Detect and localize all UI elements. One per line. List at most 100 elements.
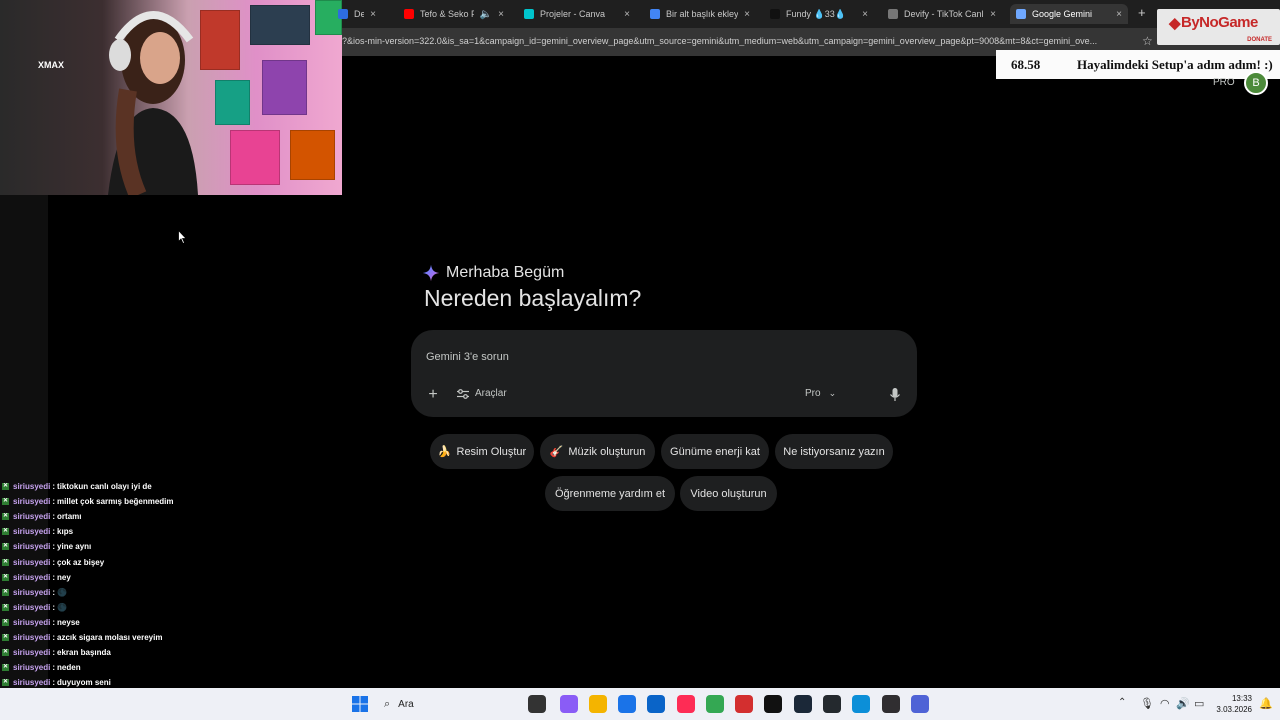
- store-app-icon[interactable]: [618, 695, 636, 713]
- chat-text: ney: [57, 572, 71, 582]
- chip-label: Müzik oluşturun: [568, 445, 646, 458]
- file-explorer-icon[interactable]: [589, 695, 607, 713]
- chat-text: neyse: [57, 617, 80, 627]
- goal-amount: 68.58: [1011, 57, 1041, 72]
- goal-title: Hayalimdeki Setup'a adım adım! :): [1077, 57, 1273, 72]
- suggestion-chip[interactable]: Ne istiyorsanız yazın: [775, 434, 893, 469]
- chevron-down-icon: ⌄: [828, 388, 837, 398]
- tab-title: Tefo & Seko Ft. S: [420, 9, 474, 19]
- windows-start-icon[interactable]: [352, 696, 368, 712]
- mouse-cursor-icon: [178, 230, 187, 244]
- l-app-icon[interactable]: [735, 695, 753, 713]
- tab-close-icon[interactable]: ×: [744, 9, 750, 20]
- chat-separator: :: [52, 648, 56, 658]
- microphone-icon[interactable]: [889, 387, 901, 403]
- suggestion-chip[interactable]: Öğrenmeme yardım et: [545, 476, 675, 511]
- github-app-icon[interactable]: [823, 695, 841, 713]
- prompt-input[interactable]: [426, 347, 886, 367]
- suggestion-chip[interactable]: 🍌 Resim Oluştur: [430, 434, 534, 469]
- avatar[interactable]: B: [1244, 71, 1268, 95]
- outlook-app-icon[interactable]: [647, 695, 665, 713]
- chat-username: siriusyedi: [13, 617, 51, 627]
- edge-app-icon[interactable]: [852, 695, 870, 713]
- tab-title: Detroit: l: [354, 9, 365, 19]
- streamer-figure: [108, 11, 198, 195]
- chat-separator: :: [52, 512, 56, 522]
- chat-message: ✕ siriusyedi: azcık sigara molası vereyim: [2, 630, 302, 645]
- chat-platform-badge-icon: ✕: [2, 528, 9, 536]
- new-tab-button[interactable]: +: [1138, 5, 1146, 20]
- chat-separator: :: [52, 602, 56, 612]
- stream-chat-overlay: ✕ siriusyedi: tiktokun canlı olayı iyi de ✕…: [2, 479, 302, 705]
- browser-tab[interactable]: Google Gemini ×: [1010, 4, 1128, 24]
- steam-app-icon[interactable]: [794, 695, 812, 713]
- tab-favicon-icon: [524, 9, 534, 19]
- chat-platform-badge-icon: ✕: [2, 664, 9, 672]
- bookmark-star-icon[interactable]: ☆: [1142, 34, 1153, 48]
- taskbar-search-placeholder: Ara: [398, 698, 414, 710]
- browser-tab[interactable]: Tefo & Seko Ft. S 🔈 ×: [398, 4, 510, 24]
- clock[interactable]: 13:33 3.03.2026: [1212, 693, 1252, 715]
- chat-platform-badge-icon: ✕: [2, 649, 9, 657]
- tab-title: Fundy 💧33💧: [786, 8, 846, 19]
- volume-icon[interactable]: 🔊: [1176, 697, 1190, 710]
- chat-username: siriusyedi: [13, 527, 51, 537]
- prompt-box[interactable]: + Araçlar Pro ⌄: [411, 330, 917, 417]
- chat-separator: :: [52, 572, 56, 582]
- suggestion-chip[interactable]: Günüme enerji kat: [661, 434, 769, 469]
- tab-close-icon[interactable]: ×: [624, 9, 630, 20]
- add-attachment-button[interactable]: +: [425, 387, 441, 403]
- chat-platform-badge-icon: ✕: [2, 588, 9, 596]
- browser-tab[interactable]: Bir alt başlık ekleyin ×: [644, 4, 756, 24]
- tab-close-icon[interactable]: ×: [1116, 9, 1122, 20]
- chip-emoji-icon: 🎸: [549, 446, 564, 458]
- chat-message: ✕ siriusyedi: millet çok sarmış beğenmedim: [2, 494, 302, 509]
- browser-tab[interactable]: Fundy 💧33💧 ×: [764, 4, 874, 24]
- chat-text: kıps: [57, 527, 74, 537]
- discord-app-icon[interactable]: [911, 695, 929, 713]
- terminal-app-icon[interactable]: [528, 695, 546, 713]
- chat-text: duyuyom seni: [57, 678, 111, 688]
- copilot-app-icon[interactable]: [560, 695, 578, 713]
- chat-separator: :: [52, 497, 56, 507]
- chat-text: tiktokun canlı olayı iyi de: [57, 482, 152, 492]
- tiktok-app-icon[interactable]: [764, 695, 782, 713]
- suggestion-chip[interactable]: 🎸 Müzik oluşturun: [540, 434, 655, 469]
- chat-username: siriusyedi: [13, 482, 51, 492]
- chat-message: ✕ siriusyedi: 🌑: [2, 585, 302, 600]
- chip-emoji-icon: 🍌: [437, 446, 452, 458]
- chat-platform-badge-icon: ✕: [2, 679, 9, 687]
- tools-button[interactable]: Araçlar: [457, 388, 507, 399]
- chat-text: çok az bişey: [57, 557, 105, 567]
- wifi-icon[interactable]: ◠: [1160, 697, 1170, 710]
- tab-close-icon[interactable]: ×: [862, 9, 868, 20]
- chat-platform-badge-icon: ✕: [2, 633, 9, 641]
- tiktok-studio-icon[interactable]: [677, 695, 695, 713]
- taskbar-search[interactable]: ⌕ Ara: [376, 693, 522, 715]
- browser-tab[interactable]: Detroit: l ×: [332, 4, 382, 24]
- microphone-tray-icon[interactable]: 🎙: [1140, 697, 1154, 710]
- tab-close-icon[interactable]: ×: [370, 9, 376, 20]
- notification-bell-icon[interactable]: 🔔: [1259, 697, 1273, 710]
- tray-overflow-chevron-icon[interactable]: ⌃: [1118, 697, 1126, 708]
- obs-app-icon[interactable]: [882, 695, 900, 713]
- tab-close-icon[interactable]: ×: [990, 9, 996, 20]
- tab-audio-icon[interactable]: 🔈: [480, 9, 492, 20]
- tab-favicon-icon: [888, 9, 898, 19]
- chat-platform-badge-icon: ✕: [2, 513, 9, 521]
- url-text[interactable]: ?&ios-min-version=322.0&is_sa=1&campaign…: [342, 36, 1132, 46]
- model-selector[interactable]: Pro ⌄: [805, 388, 836, 399]
- suggestion-chip[interactable]: Video oluşturun: [680, 476, 777, 511]
- battery-icon[interactable]: ▭: [1194, 697, 1204, 710]
- chip-label: Günüme enerji kat: [670, 445, 760, 458]
- chat-message: ✕ siriusyedi: 🌑: [2, 600, 302, 615]
- chat-platform-badge-icon: ✕: [2, 543, 9, 551]
- chat-separator: :: [52, 482, 56, 492]
- tab-close-icon[interactable]: ×: [498, 9, 504, 20]
- chat-message: ✕ siriusyedi: tiktokun canlı olayı iyi de: [2, 479, 302, 494]
- chat-username: siriusyedi: [13, 512, 51, 522]
- browser-tab[interactable]: Devify - TikTok Canlı ×: [882, 4, 1002, 24]
- browser-tab[interactable]: Projeler - Canva ×: [518, 4, 636, 24]
- chrome-app-icon[interactable]: [706, 695, 724, 713]
- tools-label: Araçlar: [475, 388, 507, 399]
